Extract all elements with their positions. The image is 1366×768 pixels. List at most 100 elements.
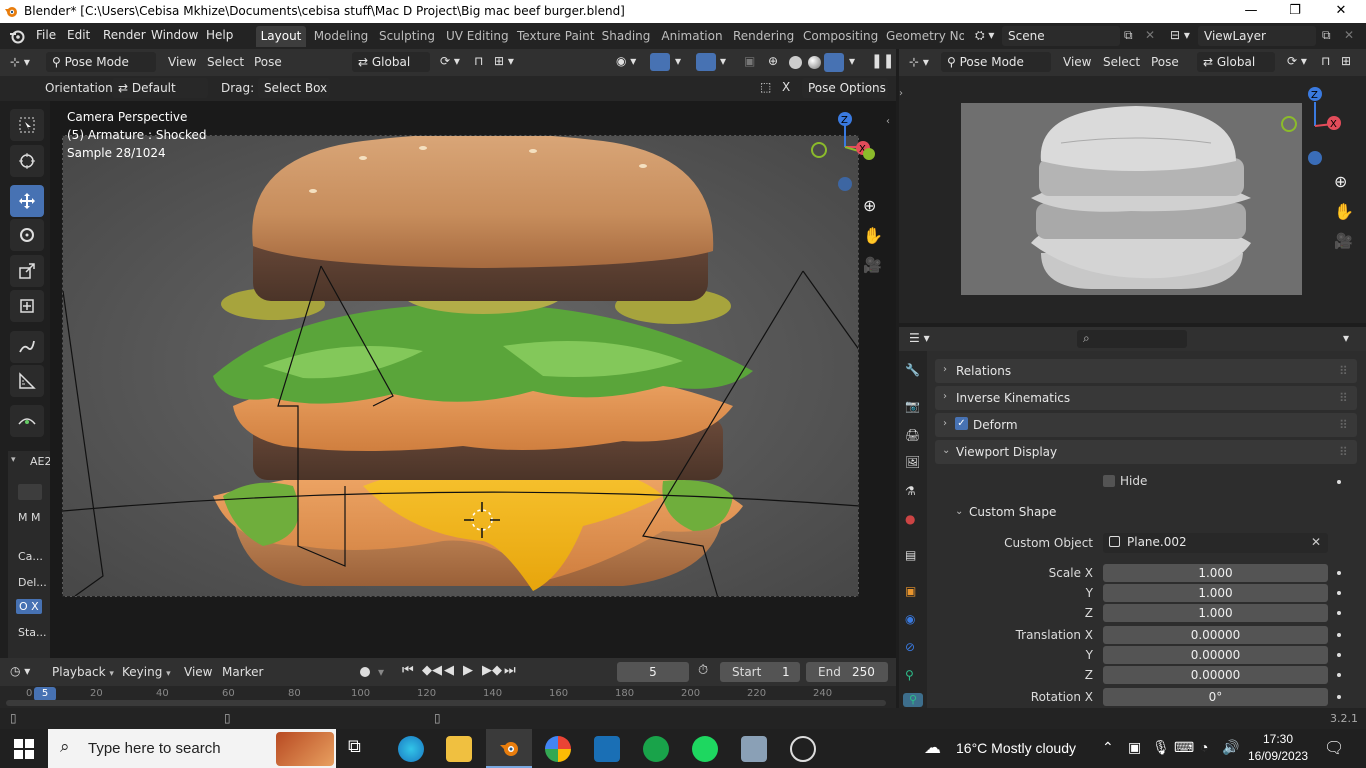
sidebar-item-del[interactable]: Del... xyxy=(18,576,47,589)
sidebar-item-sta[interactable]: Sta... xyxy=(18,626,47,639)
timeline-menu-keying[interactable]: Keying ▾ xyxy=(122,665,171,679)
pause-render-icon[interactable]: ❚❚ xyxy=(871,53,894,69)
gizmo-toggle-icon[interactable] xyxy=(650,53,670,71)
scale-y-keyframe-dot[interactable] xyxy=(1337,591,1341,595)
properties-search-input[interactable]: ⌕ xyxy=(1077,330,1187,348)
render-tab-icon[interactable]: 📷 xyxy=(905,399,920,413)
overlays-dropdown-icon[interactable]: ▾ xyxy=(720,54,726,68)
cursor-tool[interactable] xyxy=(10,145,44,177)
modifiers-tab-icon[interactable]: ◉ xyxy=(905,612,915,626)
camera-view-icon[interactable]: 🎥 xyxy=(863,256,883,276)
tool-tab-icon[interactable]: 🔧 xyxy=(905,363,920,377)
wifi-icon[interactable]: ◔ xyxy=(1200,739,1208,755)
preview-orientation-dropdown[interactable]: ⇄ Global xyxy=(1197,52,1275,72)
panel-deform[interactable]: › ✓ Deform ⠿ xyxy=(935,413,1357,437)
timeline-menu-playback[interactable]: Playback ▾ xyxy=(52,665,114,679)
minimize-button[interactable]: — xyxy=(1228,0,1274,23)
edge-browser-icon[interactable] xyxy=(398,736,424,762)
drag-handle-icon[interactable]: ⠿ xyxy=(1339,391,1348,405)
fiverr-app-icon[interactable] xyxy=(643,736,669,762)
obs-studio-icon[interactable] xyxy=(790,736,816,762)
preview-menu-select[interactable]: Select xyxy=(1103,55,1140,69)
preview-snap-icon[interactable]: ⊓ xyxy=(1321,54,1330,68)
snap-icon[interactable]: ⊓ xyxy=(474,54,483,68)
zoom-icon[interactable]: ⊕ xyxy=(863,196,883,216)
end-frame-field[interactable]: End 250 xyxy=(806,662,888,682)
translation-y-keyframe-dot[interactable] xyxy=(1337,653,1341,657)
transform-tool[interactable] xyxy=(10,290,44,322)
blender-taskbar-item[interactable] xyxy=(486,729,532,768)
new-scene-icon[interactable]: ⧉ xyxy=(1124,28,1140,44)
preview-menu-view[interactable]: View xyxy=(1063,55,1091,69)
mirror-icon[interactable]: ⬚ xyxy=(760,80,771,94)
drag-handle-icon[interactable]: ⠿ xyxy=(1339,445,1348,459)
preview-toolbar-toggle-icon[interactable]: › xyxy=(899,88,903,99)
drag-handle-icon[interactable]: ⠿ xyxy=(1339,364,1348,378)
view-layer-tab-icon[interactable]: 🖼 xyxy=(905,455,920,469)
preview-pan-hand-icon[interactable]: ✋ xyxy=(1334,202,1354,221)
viewport-menu-view[interactable]: View xyxy=(168,55,196,69)
remove-view-layer-icon[interactable]: ✕ xyxy=(1344,28,1356,44)
notification-center-icon[interactable]: 🗨 xyxy=(1324,738,1344,758)
tab-compositing[interactable]: Compositing xyxy=(803,26,878,47)
scale-y-field[interactable]: 1.000 xyxy=(1103,584,1328,602)
shading-dropdown-icon[interactable]: ▾ xyxy=(849,54,855,68)
rotate-tool[interactable] xyxy=(10,219,44,251)
file-explorer-icon[interactable] xyxy=(446,736,472,762)
timeline-editor-type-icon[interactable]: ◷ ▾ xyxy=(10,664,30,678)
preview-mode-dropdown[interactable]: ⚲ Pose Mode xyxy=(941,52,1051,72)
annotate-tool[interactable] xyxy=(10,331,44,363)
tab-modeling[interactable]: Modeling xyxy=(313,26,369,47)
measure-tool[interactable] xyxy=(10,365,44,397)
scene-tab-icon[interactable]: ⚗ xyxy=(905,484,916,498)
output-tab-icon[interactable]: 🖨 xyxy=(905,428,920,442)
view-layer-icon[interactable]: ⊟ ▾ xyxy=(1170,28,1194,44)
chrome-browser-icon[interactable] xyxy=(545,736,571,762)
clock-time[interactable]: 17:30 xyxy=(1263,732,1293,746)
weather-text[interactable]: 16°C Mostly cloudy xyxy=(956,740,1076,756)
preview-editor-type-icon[interactable]: ⊹ ▾ xyxy=(909,55,929,69)
overlays-toggle-icon[interactable] xyxy=(696,53,716,71)
navigation-gizmo[interactable]: Z X xyxy=(805,109,885,199)
timeline-menu-view[interactable]: View xyxy=(184,665,212,679)
custom-shape-chevron-icon[interactable]: ⌄ xyxy=(955,506,963,517)
bone-size-tool[interactable] xyxy=(10,405,44,437)
scene-selector-icon[interactable]: ⛭ ▾ xyxy=(975,28,999,44)
jump-start-icon[interactable]: ⏮ xyxy=(402,663,414,678)
taskbar-search-box[interactable]: ⌕ Type here to search xyxy=(48,729,336,768)
move-tool[interactable] xyxy=(10,185,44,217)
sidebar-toggle-icon[interactable]: ‹ xyxy=(886,116,890,127)
material-preview-icon[interactable] xyxy=(808,56,821,69)
view-layer-field[interactable]: ViewLayer xyxy=(1198,26,1316,46)
scale-x-field[interactable]: 1.000 xyxy=(1103,564,1328,582)
playhead-frame-indicator[interactable]: 5 xyxy=(34,687,56,701)
editor-type-icon[interactable]: ⊹ ▾ xyxy=(10,55,30,69)
sidebar-collapse-icon[interactable]: ▾ xyxy=(11,455,16,465)
scale-tool[interactable] xyxy=(10,255,44,287)
translation-z-field[interactable]: 0.00000 xyxy=(1103,666,1328,684)
solid-shading-icon[interactable] xyxy=(789,56,802,69)
x-mirror-toggle[interactable]: X xyxy=(782,80,790,94)
menu-help[interactable]: Help xyxy=(206,28,233,42)
preview-menu-pose[interactable]: Pose xyxy=(1151,55,1179,69)
windows-start-icon[interactable] xyxy=(14,739,34,759)
volume-icon[interactable]: 🔊 xyxy=(1222,739,1239,756)
maximize-button[interactable]: ❐ xyxy=(1272,0,1318,23)
bone-tab-icon[interactable]: ⚲ xyxy=(903,693,923,707)
tab-shading[interactable]: Shading xyxy=(601,26,651,47)
translation-x-field[interactable]: 0.00000 xyxy=(1103,626,1328,644)
wireframe-shading-icon[interactable]: ⊕ xyxy=(768,54,778,68)
preview-navigation-gizmo[interactable]: Z X xyxy=(1279,86,1359,176)
timeline-scrollbar[interactable] xyxy=(6,700,886,706)
tab-animation[interactable]: Animation xyxy=(661,26,723,47)
properties-editor-type-icon[interactable]: ☰ ▾ xyxy=(909,331,930,345)
use-preview-range-icon[interactable]: ⏱ xyxy=(698,663,708,678)
translation-x-keyframe-dot[interactable] xyxy=(1337,633,1341,637)
timeline-ruler[interactable]: 0 20 40 60 80 100 120 140 160 180 200 22… xyxy=(0,686,896,708)
menu-file[interactable]: File xyxy=(36,28,56,42)
menu-edit[interactable]: Edit xyxy=(67,28,90,42)
start-frame-field[interactable]: Start 1 xyxy=(720,662,800,682)
preview-pivot-icon[interactable]: ⟳ ▾ xyxy=(1287,54,1307,68)
sidebar-item-ox[interactable]: O X xyxy=(16,599,42,614)
deform-checkbox[interactable]: ✓ xyxy=(955,417,968,430)
